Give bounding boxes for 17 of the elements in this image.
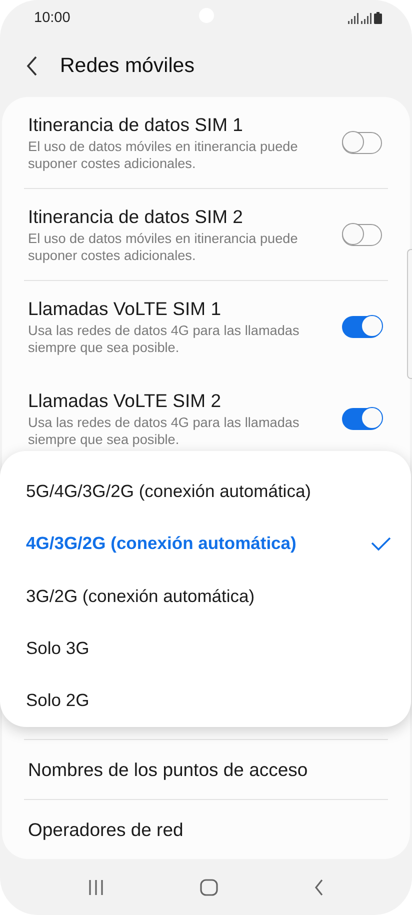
status-time: 10:00 xyxy=(34,10,70,26)
menu-option[interactable]: 5G/4G/3G/2G (conexión automática) xyxy=(26,480,311,502)
setting-title: Llamadas VoLTE SIM 1 xyxy=(28,298,222,320)
settings-item[interactable]: Nombres de los puntos de acceso xyxy=(24,739,388,799)
settings-item[interactable]: Operadores de red xyxy=(24,799,388,859)
menu-option[interactable]: 4G/3G/2G (conexión automática) xyxy=(26,533,296,554)
setting-description: Usa las redes de datos 4G para las llamadas siempre que sea posible. xyxy=(28,322,300,356)
setting-description: Usa las redes de datos 4G para las llamadas siempre que sea posible. xyxy=(28,414,300,448)
setting-title: Itinerancia de datos SIM 1 xyxy=(28,114,244,136)
menu-option[interactable]: Solo 2G xyxy=(26,690,90,712)
menu-option[interactable]: Solo 3G xyxy=(26,638,90,659)
setting-title: Itinerancia de datos SIM 2 xyxy=(28,206,244,228)
setting-description: El uso de datos móviles en itinerancia puede suponer costes adicionales. xyxy=(28,230,299,264)
menu-option[interactable]: 3G/2G (conexión automática) xyxy=(26,586,255,607)
setting-description: El uso de datos móviles en itinerancia puede suponer costes adicionales. xyxy=(28,138,299,172)
setting-title: Llamadas VoLTE SIM 2 xyxy=(28,390,222,412)
screen-title: Redes móviles xyxy=(60,54,194,78)
